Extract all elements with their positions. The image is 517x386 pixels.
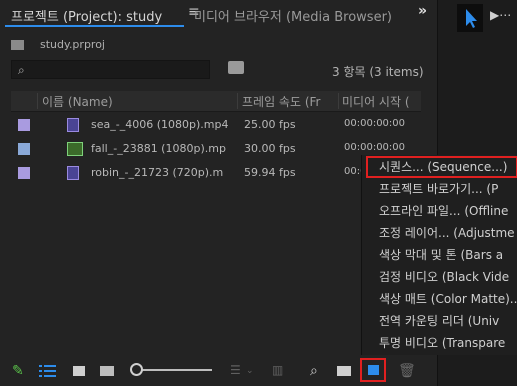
tab-media-browser[interactable]: 미디어 브라우저 (Media Browser): [194, 6, 392, 25]
new-item-icon: [368, 365, 379, 375]
menu-item-adjustment-layer[interactable]: 조정 레이어... (Adjustme: [362, 222, 517, 244]
table-row[interactable]: sea_-_4006 (1080p).mp4 25.00 fps 00:00:0…: [11, 113, 421, 138]
search-input[interactable]: ⌕: [11, 60, 210, 79]
tab-project[interactable]: 프로젝트 (Project): study: [11, 6, 162, 25]
track-select-tool-icon[interactable]: ▶⋯: [490, 8, 511, 22]
table-row[interactable]: fall_-_23881 (1080p).mp 30.00 fps 00:00:…: [11, 137, 421, 162]
item-count: 3 항목 (3 items): [332, 65, 424, 79]
new-bin-button[interactable]: [337, 366, 351, 376]
column-separator[interactable]: [338, 93, 339, 109]
new-item-button[interactable]: [360, 358, 386, 382]
search-icon: ⌕: [18, 63, 25, 77]
selection-tool-button[interactable]: [457, 4, 483, 32]
column-header-frame-rate[interactable]: 프레임 속도 (Fr: [242, 93, 338, 110]
clip-name: sea_-_4006 (1080p).mp4: [91, 118, 229, 131]
menu-item-universal-counting-leader[interactable]: 전역 카운팅 리더 (Univ: [362, 310, 517, 332]
zoom-slider-handle[interactable]: [130, 363, 143, 376]
tab-overflow-icon[interactable]: »: [418, 3, 427, 19]
find-icon[interactable]: ⌕: [310, 363, 318, 379]
column-header-media-start[interactable]: 미디어 시작 (: [342, 93, 421, 110]
clip-media-start: 00:00:00:00: [344, 142, 406, 153]
clip-frame-rate: 59.94 fps: [244, 166, 296, 179]
project-file-name: study.prproj: [40, 38, 105, 51]
project-folder-icon: [11, 40, 24, 50]
selection-arrow-icon: [466, 9, 477, 28]
menu-item-sequence[interactable]: 시퀀스... (Sequence...): [366, 156, 517, 178]
label-color-swatch[interactable]: [18, 167, 30, 179]
clip-frame-rate: 25.00 fps: [244, 118, 296, 131]
clip-frame-rate: 30.00 fps: [244, 142, 296, 155]
list-view-button[interactable]: [39, 363, 56, 377]
column-separator[interactable]: [37, 93, 38, 109]
clip-name: fall_-_23881 (1080p).mp: [91, 142, 226, 155]
trash-icon[interactable]: 🗑: [398, 363, 416, 379]
clip-name: robin_-_21723 (720p).m: [91, 166, 224, 179]
zoom-slider[interactable]: [132, 369, 212, 371]
panel-tab-bar: 프로젝트 (Project): study ≡ 미디어 브라우저 (Media …: [0, 0, 437, 27]
list-view-icon: [39, 365, 42, 367]
video-clip-icon: [67, 118, 79, 132]
column-header-name[interactable]: 이름 (Name): [42, 93, 237, 110]
menu-item-offline-file[interactable]: 오프라인 파일... (Offline: [362, 200, 517, 222]
sort-icons-icon[interactable]: ☰: [230, 363, 241, 377]
label-color-swatch[interactable]: [18, 119, 30, 131]
freeform-view-button[interactable]: [100, 366, 114, 376]
menu-item-transparent-video[interactable]: 투명 비디오 (Transpare: [362, 332, 517, 354]
pencil-icon[interactable]: ✎: [12, 363, 24, 379]
table-row[interactable]: robin_-_21723 (720p).m 59.94 fps 00:00:0…: [11, 161, 421, 186]
video-clip-icon: [67, 166, 79, 180]
menu-item-project-shortcut[interactable]: 프로젝트 바로가기... (P: [362, 178, 517, 200]
icon-view-button[interactable]: [73, 366, 85, 376]
menu-item-bars-and-tone[interactable]: 색상 막대 및 톤 (Bars a: [362, 244, 517, 266]
new-item-menu: 시퀀스... (Sequence...) 프로젝트 바로가기... (P 오프라…: [361, 155, 517, 355]
automate-to-sequence-icon[interactable]: ▥: [272, 363, 283, 377]
menu-item-color-matte[interactable]: 색상 매트 (Color Matte)...: [362, 288, 517, 310]
menu-item-black-video[interactable]: 검정 비디오 (Black Vide: [362, 266, 517, 288]
column-separator[interactable]: [237, 93, 238, 109]
label-color-swatch[interactable]: [18, 143, 30, 155]
active-tab-indicator: [5, 25, 184, 27]
clip-media-start: 00:00:00:00: [344, 118, 406, 129]
chevron-down-icon[interactable]: ⌄: [246, 366, 254, 376]
audio-video-clip-icon: [67, 142, 83, 156]
new-search-bin-icon[interactable]: [228, 61, 244, 74]
table-header: 이름 (Name) 프레임 속도 (Fr 미디어 시작 (: [11, 91, 421, 112]
